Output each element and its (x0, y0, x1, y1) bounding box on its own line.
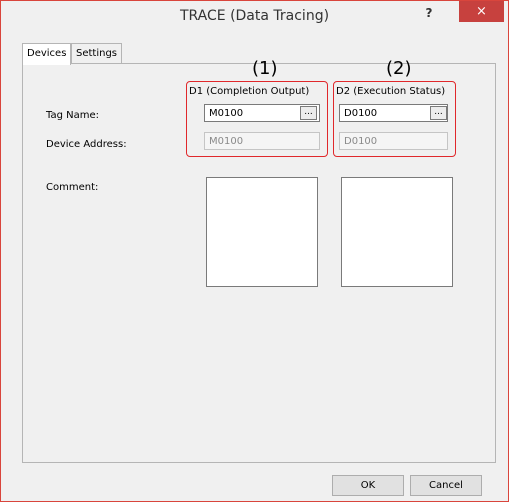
help-button[interactable]: ? (423, 6, 435, 20)
cancel-button[interactable]: Cancel (410, 475, 482, 496)
title-bar[interactable]: TRACE (Data Tracing) ? × (1, 1, 508, 31)
d1-column-header: D1 (Completion Output) (189, 86, 310, 97)
devices-panel: (1) (2) D1 (Completion Output) D2 (Execu… (22, 58, 496, 463)
device-address-label: Device Address: (46, 139, 127, 150)
callout-2: (2) (386, 58, 412, 79)
d2-device-address-field: D0100 (339, 132, 448, 150)
ok-button[interactable]: OK (332, 475, 404, 496)
close-button[interactable]: × (459, 1, 504, 22)
callout-1: (1) (252, 58, 278, 79)
comment-label: Comment: (46, 182, 99, 193)
d2-column-header: D2 (Execution Status) (336, 86, 446, 97)
d1-browse-button[interactable]: ... (300, 106, 317, 120)
d1-comment-textarea[interactable] (206, 177, 318, 287)
tag-name-label: Tag Name: (46, 110, 99, 121)
tab-devices[interactable]: Devices (22, 43, 72, 65)
d2-comment-textarea[interactable] (341, 177, 453, 287)
dialog-window: TRACE (Data Tracing) ? × Devices Setting… (0, 0, 509, 502)
tab-settings[interactable]: Settings (71, 43, 123, 64)
d1-device-address-field: M0100 (204, 132, 320, 150)
d2-browse-button[interactable]: ... (430, 106, 447, 120)
